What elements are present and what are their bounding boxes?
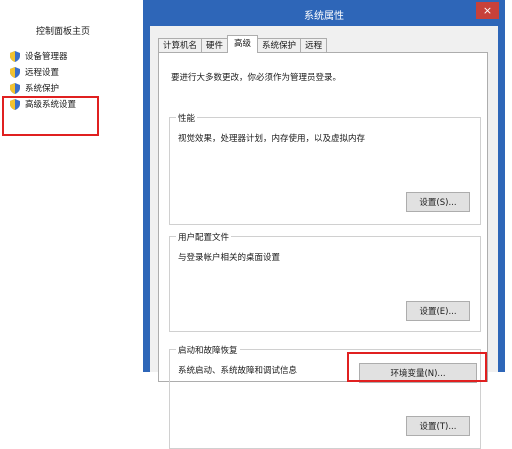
- nav-item-label: 系统保护: [25, 84, 60, 94]
- tab-system-protection[interactable]: 系统保护: [257, 38, 302, 53]
- user-profiles-settings-button[interactable]: 设置(E)...: [406, 301, 470, 321]
- group-label: 用户配置文件: [176, 231, 232, 243]
- tab-advanced[interactable]: 高级: [227, 35, 259, 53]
- group-label: 启动和故障恢复: [176, 344, 240, 356]
- performance-settings-button[interactable]: 设置(S)...: [406, 192, 470, 212]
- tab-strip: 计算机名 硬件 高级 系统保护 远程: [158, 35, 328, 53]
- highlight-box: [347, 352, 487, 382]
- system-properties-dialog: 系统属性 × 计算机名 硬件 高级 系统保护 远程 要进行大多数更改，你必须作为…: [143, 0, 505, 449]
- group-description: 视觉效果，处理器计划，内存使用，以及虚拟内存: [178, 134, 366, 144]
- tab-remote[interactable]: 远程: [300, 38, 328, 53]
- user-profiles-group: 用户配置文件 与登录帐户相关的桌面设置 设置(E)...: [169, 231, 481, 332]
- admin-notice: 要进行大多数更改，你必须作为管理员登录。: [171, 73, 342, 83]
- shield-icon: [10, 82, 20, 94]
- nav-item-remote-settings[interactable]: 远程设置: [10, 64, 76, 80]
- nav-item-label: 设备管理器: [25, 52, 68, 62]
- shield-icon: [10, 50, 20, 62]
- startup-recovery-settings-button[interactable]: 设置(T)...: [406, 416, 470, 436]
- performance-group: 性能 视觉效果，处理器计划，内存使用，以及虚拟内存 设置(S)...: [169, 112, 481, 225]
- group-description: 与登录帐户相关的桌面设置: [178, 253, 281, 263]
- group-label: 性能: [176, 112, 198, 124]
- shield-icon: [10, 66, 20, 78]
- group-description: 系统启动、系统故障和调试信息: [178, 366, 298, 376]
- tab-computer-name[interactable]: 计算机名: [158, 38, 203, 53]
- close-button[interactable]: ×: [476, 2, 499, 19]
- control-panel-home-link[interactable]: 控制面板主页: [36, 24, 90, 37]
- tab-hardware[interactable]: 硬件: [201, 38, 229, 53]
- dialog-titlebar[interactable]: 系统属性 ×: [143, 0, 505, 26]
- advanced-tab-panel: 要进行大多数更改，你必须作为管理员登录。 性能 视觉效果，处理器计划，内存使用，…: [158, 52, 488, 449]
- nav-item-system-protection[interactable]: 系统保护: [10, 80, 76, 96]
- dialog-title: 系统属性: [304, 11, 344, 22]
- dialog-body: 计算机名 硬件 高级 系统保护 远程 要进行大多数更改，你必须作为管理员登录。 …: [150, 26, 498, 449]
- close-icon: ×: [482, 4, 493, 17]
- nav-item-device-manager[interactable]: 设备管理器: [10, 48, 76, 64]
- highlight-box: [2, 96, 99, 136]
- nav-item-label: 远程设置: [25, 68, 60, 78]
